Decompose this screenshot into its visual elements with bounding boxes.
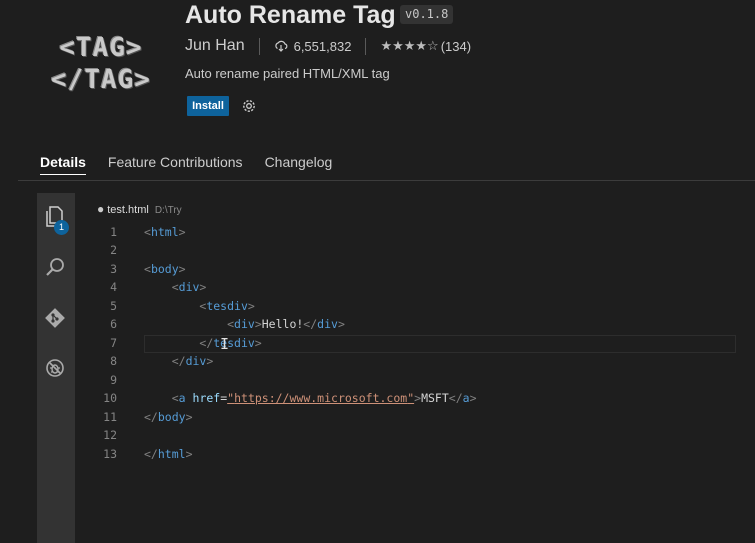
code-line[interactable]: 13 </html>	[97, 445, 193, 463]
code-line[interactable]: 2	[97, 241, 144, 259]
line-number: 5	[110, 299, 117, 313]
code-line[interactable]: 4 <div>	[97, 278, 206, 296]
line-number: 9	[110, 373, 117, 387]
gear-icon[interactable]	[240, 97, 258, 115]
logo-line-close: </TAG>	[51, 65, 151, 95]
extension-description: Auto rename paired HTML/XML tag	[185, 66, 390, 81]
code-line[interactable]: 7 </tesdiv>	[97, 334, 262, 352]
install-button[interactable]: Install	[187, 96, 229, 116]
line-number: 8	[110, 354, 117, 368]
line-number: 12	[103, 428, 117, 442]
line-code: </tesdiv>	[199, 336, 262, 350]
install-count-value: 6,551,832	[293, 38, 352, 54]
line-code: <div>	[171, 280, 207, 294]
version-badge: v0.1.8	[400, 5, 454, 24]
text-cursor-icon: I	[220, 335, 230, 353]
line-number: 7	[110, 336, 117, 350]
source-control-icon[interactable]	[42, 305, 68, 331]
line-code: <a href="https://www.microsoft.com">MSFT…	[171, 391, 477, 405]
line-number: 13	[103, 447, 117, 461]
code-line[interactable]: 10 <a href="https://www.microsoft.com">M…	[97, 389, 477, 407]
author-link[interactable]: Jun Han	[185, 37, 245, 55]
extension-title: Auto Rename Tag	[185, 1, 396, 29]
download-icon	[274, 40, 287, 52]
code-line[interactable]: 5 <tesdiv>	[97, 297, 255, 315]
line-code: </body>	[144, 410, 193, 424]
code-line[interactable]: 12	[97, 426, 144, 444]
line-number: 11	[103, 410, 117, 424]
install-count: 6,551,832	[274, 38, 352, 54]
file-name: test.html	[107, 204, 149, 216]
rating-count: (134)	[440, 38, 472, 54]
url-link: https://www.microsoft.com	[234, 391, 408, 405]
line-number: 3	[110, 262, 117, 276]
editor-file-tab[interactable]: ● test.html D:\Try	[97, 202, 182, 216]
line-code: <html>	[144, 225, 186, 239]
line-number: 2	[110, 243, 117, 257]
search-icon[interactable]	[42, 254, 68, 280]
line-code: <body>	[144, 262, 186, 276]
rating-stars-icon: ★★★★☆	[380, 38, 439, 53]
line-code: </div>	[171, 354, 214, 368]
line-code: <tesdiv>	[199, 299, 255, 313]
code-line[interactable]: 8 </div>	[97, 352, 213, 370]
extension-meta: Jun Han 6,551,832 ★★★★☆ (134)	[185, 35, 471, 57]
line-number: 10	[103, 391, 117, 405]
tab-feature-contributions[interactable]: Feature Contributions	[108, 154, 243, 175]
line-number: 6	[110, 317, 117, 331]
detail-tabs: Details Feature Contributions Changelog	[40, 154, 354, 175]
explorer-badge: 1	[54, 220, 69, 235]
line-number: 4	[110, 280, 117, 294]
extension-logo: <TAG> </TAG>	[40, 28, 162, 100]
line-code: </html>	[144, 447, 193, 461]
tab-changelog[interactable]: Changelog	[265, 154, 333, 175]
meta-divider	[365, 37, 367, 55]
line-number: 1	[110, 225, 117, 239]
line-code: <div>Hello!</div>	[227, 317, 345, 331]
tab-details[interactable]: Details	[40, 154, 86, 175]
code-line[interactable]: 1 <html>	[97, 223, 186, 241]
file-path: D:\Try	[154, 205, 182, 216]
code-line[interactable]: 11 </body>	[97, 408, 193, 426]
code-line[interactable]: 6 <div>Hello!</div>	[97, 315, 345, 333]
logo-line-open: <TAG>	[59, 33, 143, 63]
rating[interactable]: ★★★★☆ (134)	[380, 38, 471, 54]
unsaved-dot-icon: ●	[97, 202, 105, 216]
meta-divider	[258, 37, 260, 55]
tabs-divider	[18, 180, 755, 181]
code-line[interactable]: 9	[97, 371, 144, 389]
code-line[interactable]: 3 <body>	[97, 260, 186, 278]
debug-icon[interactable]	[42, 355, 68, 381]
